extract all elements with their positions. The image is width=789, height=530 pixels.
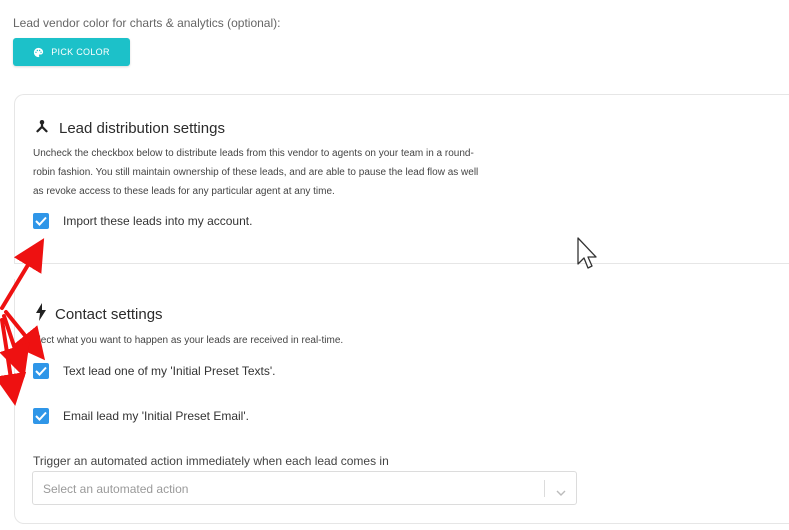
select-placeholder: Select an automated action <box>43 482 189 496</box>
contact-settings-description: elect what you want to happen as your le… <box>33 335 344 346</box>
select-separator <box>544 480 545 497</box>
lead-distribution-title: Lead distribution settings <box>33 117 225 139</box>
arrow-email-lead-2 <box>0 318 27 406</box>
lead-distribution-description: Uncheck the checkbox below to distribute… <box>33 148 479 197</box>
automated-action-select[interactable]: Select an automated action <box>32 471 577 505</box>
email-lead-row: Email lead my 'Initial Preset Email'. <box>33 408 249 424</box>
email-lead-checkbox[interactable] <box>33 408 49 424</box>
chevron-down-icon[interactable] <box>556 484 566 502</box>
lead-distribution-title-text: Lead distribution settings <box>59 119 225 137</box>
import-leads-checkbox[interactable] <box>33 213 49 229</box>
palette-icon <box>33 47 44 58</box>
import-leads-row: Import these leads into my account. <box>33 213 252 229</box>
vendor-color-label: Lead vendor color for charts & analytics… <box>13 16 281 30</box>
lead-vendor-settings: Lead vendor color for charts & analytics… <box>0 0 789 530</box>
bolt-icon <box>35 303 47 325</box>
pick-color-button[interactable]: PICK COLOR <box>13 38 130 66</box>
contact-settings-title-text: Contact settings <box>55 305 163 323</box>
text-lead-label: Text lead one of my 'Initial Preset Text… <box>63 364 276 378</box>
pick-color-label: PICK COLOR <box>51 47 110 57</box>
contact-settings-title: Contact settings <box>35 303 163 325</box>
trigger-label: Trigger an automated action immediately … <box>33 454 389 468</box>
check-icon <box>35 411 47 421</box>
mouse-cursor-icon <box>577 237 597 269</box>
check-icon <box>35 216 47 226</box>
text-lead-checkbox[interactable] <box>33 363 49 379</box>
import-leads-label: Import these leads into my account. <box>63 214 253 228</box>
text-lead-row: Text lead one of my 'Initial Preset Text… <box>33 363 275 379</box>
check-icon <box>35 366 47 376</box>
hub-icon <box>33 117 51 139</box>
email-lead-label: Email lead my 'Initial Preset Email'. <box>63 409 249 423</box>
